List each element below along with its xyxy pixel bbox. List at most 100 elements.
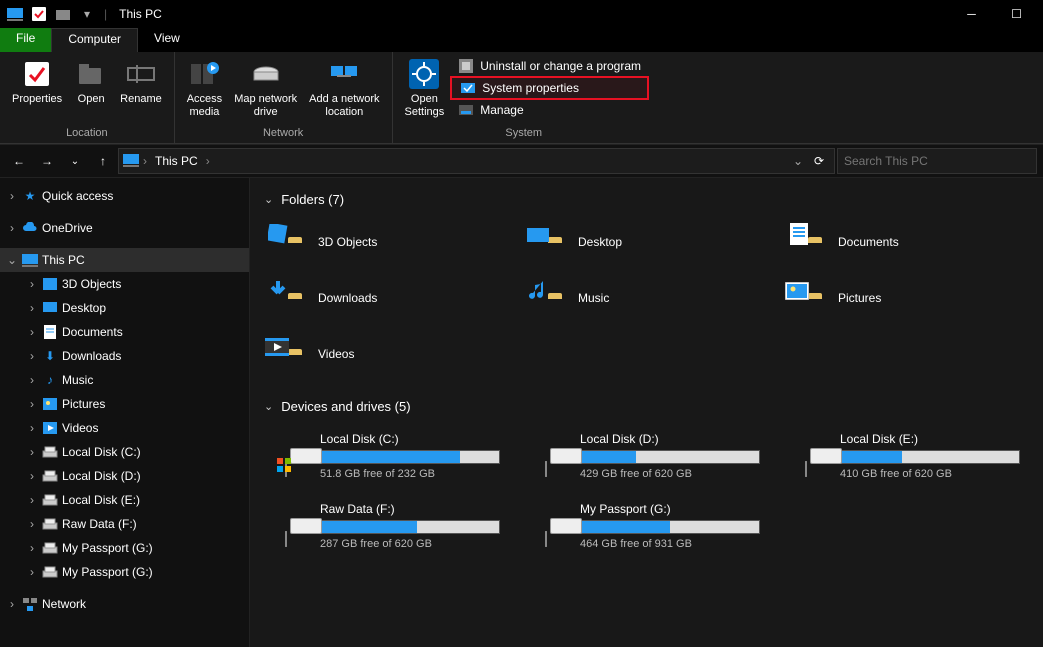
sidebar-item[interactable]: ›Documents [0, 320, 249, 344]
chevron-right-icon[interactable]: › [26, 349, 38, 363]
sidebar-item[interactable]: ›♪Music [0, 368, 249, 392]
refresh-button[interactable]: ⟳ [808, 148, 830, 174]
chevron-right-icon[interactable]: › [26, 445, 38, 459]
chevron-down-icon[interactable]: ⌄ [264, 193, 273, 206]
chevron-right-icon[interactable]: › [6, 221, 18, 235]
search-input[interactable] [844, 154, 1030, 168]
address-dropdown-icon[interactable]: ⌄ [788, 148, 808, 174]
breadcrumb[interactable]: This PC [151, 154, 202, 168]
folder-item[interactable]: Desktop [524, 219, 774, 265]
drive-item[interactable]: My Passport (G:) 464 GB free of 931 GB [524, 496, 774, 556]
folder-item[interactable]: Music [524, 275, 774, 321]
manage-button[interactable]: Manage [450, 100, 649, 120]
folder-item[interactable]: Documents [784, 219, 1034, 265]
sidebar-item[interactable]: ›My Passport (G:) [0, 536, 249, 560]
nav-up-button[interactable]: ↑ [90, 148, 116, 174]
access-media-button[interactable]: Access media [181, 54, 228, 127]
chevron-right-icon[interactable]: › [26, 565, 38, 579]
folder-item[interactable]: 3D Objects [264, 219, 514, 265]
map-network-drive-button[interactable]: Map network drive [228, 54, 303, 127]
sidebar-item[interactable]: ›⬇Downloads [0, 344, 249, 368]
folder-item[interactable]: Downloads [264, 275, 514, 321]
add-network-location-button[interactable]: Add a network location [303, 54, 385, 127]
drive-item[interactable]: Raw Data (F:)287 GB free of 620 GB [264, 496, 514, 556]
search-box[interactable] [837, 148, 1037, 174]
drive-free-text: 464 GB free of 931 GB [580, 538, 774, 550]
sidebar-item-label: Music [62, 373, 93, 387]
folder-icon [524, 222, 568, 262]
sidebar: › ★ Quick access › OneDrive ⌄ This PC ›3… [0, 178, 250, 647]
sidebar-item-onedrive[interactable]: › OneDrive [0, 216, 249, 240]
folder-icon [524, 278, 568, 318]
item-icon [42, 396, 58, 412]
folder-item[interactable]: Videos [264, 331, 514, 377]
drive-icon [784, 436, 828, 476]
system-properties-button[interactable]: System properties [450, 76, 649, 100]
chevron-right-icon[interactable]: › [6, 189, 18, 203]
thispc-icon [123, 153, 139, 170]
open-button[interactable]: Open [68, 54, 114, 127]
window-title: This PC [119, 7, 162, 21]
item-icon [42, 300, 58, 316]
chevron-right-icon[interactable]: › [206, 154, 210, 168]
maximize-button[interactable]: ☐ [994, 0, 1039, 28]
chevron-down-icon[interactable]: ⌄ [264, 400, 273, 413]
sidebar-item[interactable]: ›3D Objects [0, 272, 249, 296]
chevron-right-icon[interactable]: › [143, 154, 147, 168]
content-pane: ⌄ Folders (7) 3D ObjectsDesktopDocuments… [250, 178, 1043, 647]
sidebar-item[interactable]: ›Desktop [0, 296, 249, 320]
chevron-right-icon[interactable]: › [26, 325, 38, 339]
tab-computer[interactable]: Computer [51, 28, 138, 52]
sidebar-item-network[interactable]: › Network [0, 592, 249, 616]
sidebar-item[interactable]: ›Local Disk (C:) [0, 440, 249, 464]
drive-item[interactable]: Local Disk (E:)410 GB free of 620 GB [784, 426, 1034, 486]
drive-free-text: 51.8 GB free of 232 GB [320, 468, 514, 480]
sidebar-item[interactable]: ›Videos [0, 416, 249, 440]
folders-header[interactable]: ⌄ Folders (7) [250, 188, 1043, 211]
uninstall-program-button[interactable]: Uninstall or change a program [450, 56, 649, 76]
chevron-right-icon[interactable]: › [26, 397, 38, 411]
tab-view[interactable]: View [138, 28, 196, 52]
chevron-right-icon[interactable]: › [26, 301, 38, 315]
folder-icon [264, 334, 308, 374]
folder-item[interactable]: Pictures [784, 275, 1034, 321]
drive-item[interactable]: Local Disk (D:)429 GB free of 620 GB [524, 426, 774, 486]
qat-newfolder-icon[interactable] [52, 3, 74, 25]
drive-icon [524, 436, 568, 476]
chevron-right-icon[interactable]: › [26, 517, 38, 531]
qat-properties-icon[interactable] [28, 3, 50, 25]
chevron-right-icon[interactable]: › [26, 493, 38, 507]
sidebar-item[interactable]: ›Pictures [0, 392, 249, 416]
sidebar-item[interactable]: ›Local Disk (E:) [0, 488, 249, 512]
sidebar-item-this-pc[interactable]: ⌄ This PC [0, 248, 249, 272]
drive-item[interactable]: Local Disk (C:)51.8 GB free of 232 GB [264, 426, 514, 486]
chevron-right-icon[interactable]: › [26, 469, 38, 483]
drive-usage-bar [320, 450, 500, 464]
sidebar-item[interactable]: ›My Passport (G:) [0, 560, 249, 584]
item-icon [42, 540, 58, 556]
sidebar-item[interactable]: ›Raw Data (F:) [0, 512, 249, 536]
chevron-down-icon[interactable]: ⌄ [6, 253, 18, 267]
chevron-right-icon[interactable]: › [6, 597, 18, 611]
drive-label: My Passport (G:) [580, 502, 774, 516]
qat-dropdown-icon[interactable]: ▾ [76, 3, 98, 25]
chevron-right-icon[interactable]: › [26, 541, 38, 555]
nav-forward-button[interactable]: → [34, 148, 60, 174]
tab-file[interactable]: File [0, 28, 51, 52]
sidebar-item-quick-access[interactable]: › ★ Quick access [0, 184, 249, 208]
chevron-right-icon[interactable]: › [26, 421, 38, 435]
drives-header[interactable]: ⌄ Devices and drives (5) [250, 395, 1043, 418]
minimize-button[interactable]: ─ [949, 0, 994, 28]
chevron-right-icon[interactable]: › [26, 373, 38, 387]
nav-back-button[interactable]: ← [6, 148, 32, 174]
cloud-icon [22, 220, 38, 236]
open-settings-button[interactable]: Open Settings [399, 54, 451, 127]
sidebar-item[interactable]: ›Local Disk (D:) [0, 464, 249, 488]
chevron-right-icon[interactable]: › [26, 277, 38, 291]
nav-recent-button[interactable]: ⌄ [62, 148, 88, 174]
add-location-icon [328, 58, 360, 90]
rename-button[interactable]: Rename [114, 54, 168, 127]
open-icon [75, 58, 107, 90]
address-bar[interactable]: › This PC › ⌄ ⟳ [118, 148, 835, 174]
properties-button[interactable]: Properties [6, 54, 68, 127]
